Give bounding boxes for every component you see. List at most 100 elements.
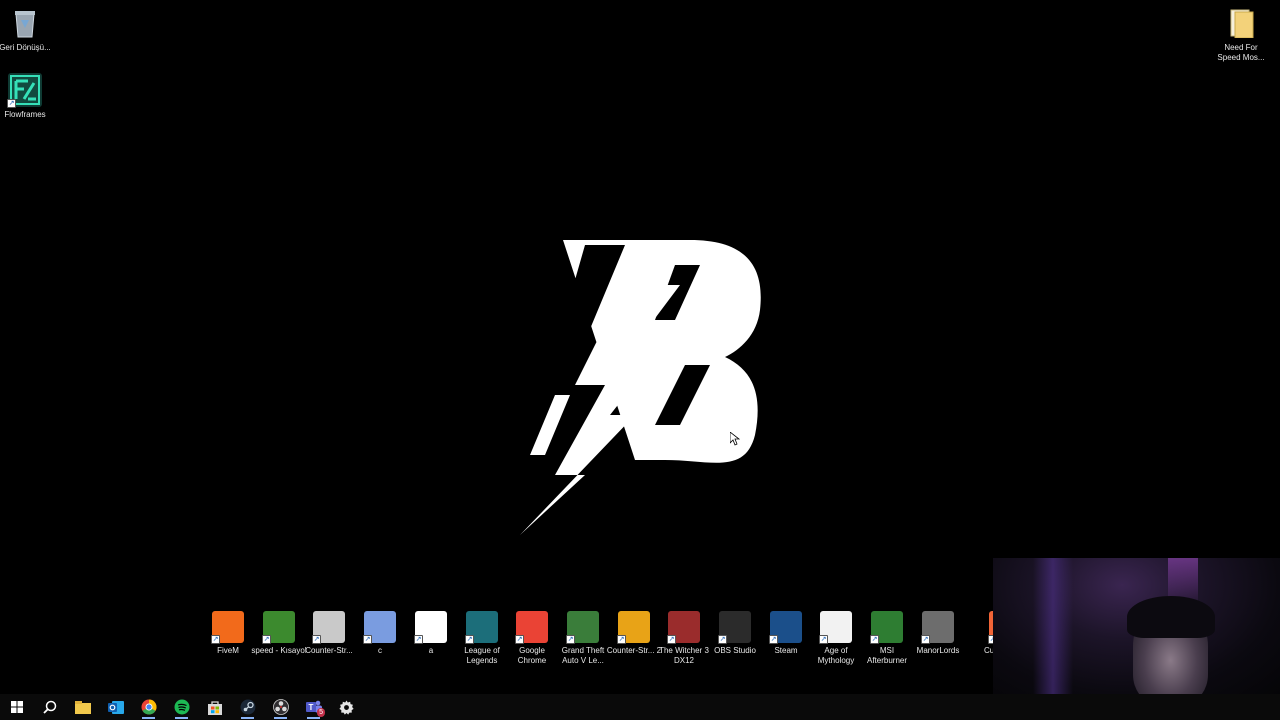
mouse-cursor-icon [730,432,740,446]
recycle-bin-label: Geri Dönüşü... [0,43,51,52]
desktop-shortcut-steelseries[interactable]: ↗ a [406,611,456,656]
spotify-icon [174,699,189,715]
google-chrome-icon: ↗ [515,611,548,644]
desktop-shortcut-row: ↗ FiveM ↗ speed - Kısayol ↗ Counter-Str... ↗ c ↗… [203,611,1014,671]
desktop-shortcut-label: Steam [774,646,798,655]
desktop-shortcut-manor-lords[interactable]: ↗ ManorLords [913,611,963,656]
folder-icon [1224,6,1258,40]
shortcut-arrow-icon: ↗ [363,635,372,644]
taskbar-outlook[interactable] [99,694,132,720]
shortcut-arrow-icon: ↗ [921,635,930,644]
taskbar: T 5 [0,694,1280,720]
manor-lords-icon: ↗ [921,611,954,644]
desktop-shortcut-speed-shortcut[interactable]: ↗ speed - Kısayol [251,611,307,656]
microsoft-store-icon [207,700,222,715]
desktop-shortcut-label: Counter-Str... [305,646,353,655]
taskbar-microsoft-store[interactable] [198,694,231,720]
league-of-legends-icon: ↗ [465,611,498,644]
taskbar-file-explorer[interactable] [66,694,99,720]
desktop-shortcut-label: Counter-Str... 2 [606,646,662,655]
chrome-taskbar-icon [141,699,157,715]
desktop-shortcut-google-chrome[interactable]: ↗ Google Chrome [507,611,557,666]
shortcut-arrow-icon: ↗ [566,635,575,644]
outlook-icon [107,700,124,714]
taskbar-chrome[interactable] [132,694,165,720]
shortcut-arrow-icon: ↗ [7,99,16,108]
desktop-shortcut-label: Grand Theft Auto V Le... [561,646,605,665]
start-button[interactable] [0,694,33,720]
file-explorer-icon [74,700,91,714]
msi-afterburner-icon: ↗ [870,611,903,644]
shortcut-arrow-icon: ↗ [870,635,879,644]
flowframes-icon: ↗ [7,73,42,108]
desktop-shortcut-age-of-mythology[interactable]: ↗ Age of Mythology [811,611,861,666]
shortcut-arrow-icon: ↗ [262,635,271,644]
desktop-shortcut-msi-afterburner[interactable]: ↗ MSI Afterburner [862,611,912,666]
desktop-shortcut-label: speed - Kısayol [251,646,307,655]
fivem-icon: ↗ [211,611,244,644]
shortcut-arrow-icon: ↗ [414,635,423,644]
desktop-shortcut-label: ManorLords [916,646,960,655]
taskbar-spotify[interactable] [165,694,198,720]
webcam-light [1033,558,1073,694]
shortcut-arrow-icon: ↗ [211,635,220,644]
desktop-shortcut-gta-v[interactable]: ↗ Grand Theft Auto V Le... [558,611,608,666]
desktop-shortcut-obs-studio[interactable]: ↗ OBS Studio [710,611,760,656]
lightning-b-logo [520,240,761,535]
desktop-shortcut-label: FiveM [217,646,239,655]
desktop-shortcut-label: c [378,646,382,655]
desktop-shortcut-c-app[interactable]: ↗ c [355,611,405,656]
need-for-speed-label: Need For Speed Mos... [1217,43,1265,62]
desktop-shortcut-counter-strike[interactable]: ↗ Counter-Str... [304,611,354,656]
steelseries-icon: ↗ [414,611,447,644]
obs-studio-icon: ↗ [718,611,751,644]
desktop-icon-need-for-speed-folder[interactable]: Need For Speed Mos... [1216,6,1266,63]
speed-shortcut-icon: ↗ [262,611,295,644]
desktop-shortcut-fivem[interactable]: ↗ FiveM [203,611,253,656]
desktop-shortcut-label: Age of Mythology [817,646,855,665]
witcher-3-icon: ↗ [667,611,700,644]
steam-icon: ↗ [769,611,802,644]
shortcut-arrow-icon: ↗ [667,635,676,644]
taskbar-settings[interactable] [330,694,363,720]
flowframes-label: Flowframes [4,110,46,119]
taskbar-obs[interactable] [264,694,297,720]
shortcut-arrow-icon: ↗ [819,635,828,644]
desktop-shortcut-witcher-3[interactable]: ↗ The Witcher 3 DX12 [659,611,709,666]
search-button[interactable] [33,694,66,720]
webcam-hair [1127,596,1215,638]
shortcut-arrow-icon: ↗ [465,635,474,644]
desktop-shortcut-label: League of Legends [464,646,500,665]
desktop-shortcut-steam[interactable]: ↗ Steam [761,611,811,656]
desktop-icon-flowframes[interactable]: ↗ Flowframes [0,73,50,120]
steam-taskbar-icon [240,699,255,715]
desktop-icon-recycle-bin[interactable]: Geri Dönüşü... [0,6,51,53]
recycle-bin-icon [8,6,42,40]
desktop-shortcut-label: The Witcher 3 DX12 [659,646,709,665]
start-button-icon [10,701,23,713]
counter-strike-icon: ↗ [312,611,345,644]
desktop-shortcut-label: OBS Studio [714,646,756,655]
shortcut-arrow-icon: ↗ [617,635,626,644]
svg-text:T: T [308,703,313,712]
shortcut-arrow-icon: ↗ [769,635,778,644]
desktop-shortcut-label: MSI Afterburner [866,646,908,665]
desktop-shortcut-label: a [428,646,434,655]
taskbar-teams[interactable]: T 5 [297,694,330,720]
webcam-overlay [993,558,1280,694]
desktop-shortcut-label: Google Chrome [517,646,547,665]
desktop-shortcut-league-of-legends[interactable]: ↗ League of Legends [457,611,507,666]
shortcut-arrow-icon: ↗ [312,635,321,644]
search-icon [42,700,56,714]
settings-gear-icon [339,699,354,715]
shortcut-arrow-icon: ↗ [718,635,727,644]
obs-taskbar-icon [272,699,289,715]
desktop: Geri Dönüşü... ↗ Flowframes Need For Spe… [0,0,1280,694]
taskbar-steam[interactable] [231,694,264,720]
gta-v-icon: ↗ [566,611,599,644]
age-of-mythology-icon: ↗ [819,611,852,644]
desktop-shortcut-counter-strike-2[interactable]: ↗ Counter-Str... 2 [606,611,662,656]
c-app-icon: ↗ [363,611,396,644]
counter-strike-2-icon: ↗ [617,611,650,644]
teams-badge: 5 [317,708,325,717]
